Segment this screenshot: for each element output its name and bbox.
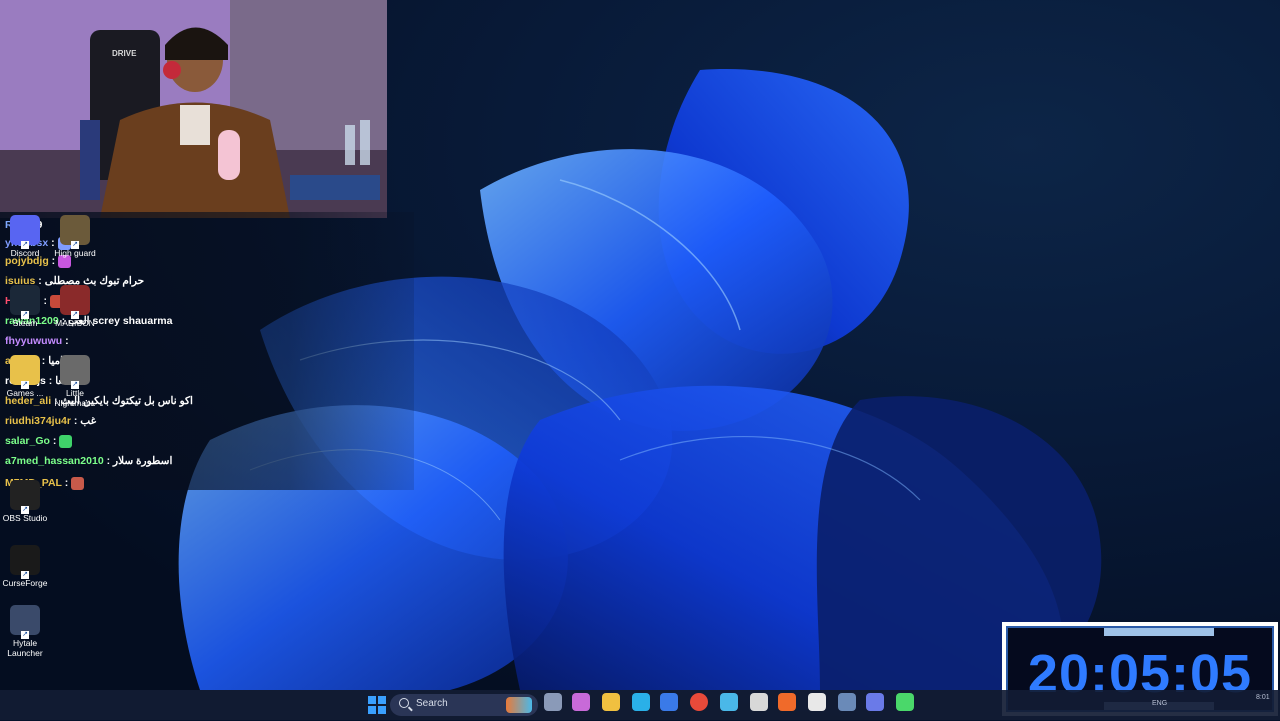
app-icon: ↗ (10, 215, 40, 249)
desktop-shortcut[interactable]: ↗ High guard (45, 215, 105, 258)
tray-time[interactable]: 8:01 (1256, 694, 1270, 701)
chair-logo: DRIVE (112, 49, 137, 58)
desktop-shortcut-label: High guard (54, 248, 96, 258)
shortcut-arrow-icon: ↗ (21, 631, 29, 639)
chat-separator: : (103, 455, 113, 467)
app-icon: ↗ (10, 285, 40, 319)
search-placeholder: Search (416, 698, 448, 709)
app-icon: ↗ (10, 605, 40, 639)
shortcut-arrow-icon: ↗ (71, 241, 79, 249)
obs-icon[interactable] (750, 693, 768, 711)
chat-message: riudhi374ju4r : غب (5, 412, 96, 430)
copilot-icon[interactable] (572, 693, 590, 711)
shortcut-arrow-icon: ↗ (21, 311, 29, 319)
app-icon: ↗ (60, 355, 90, 389)
desktop-shortcut[interactable]: ↗ CurseForge (0, 545, 55, 588)
capcut-icon[interactable] (808, 693, 826, 711)
chat-message: a7med_hassan2010 : اسطورة سلار (5, 452, 172, 470)
desktop-shortcut[interactable]: ↗ OBS Studio (0, 480, 55, 523)
app-icon: ↗ (10, 355, 40, 389)
shortcut-arrow-icon: ↗ (21, 506, 29, 514)
desktop-shortcut-label: OBS Studio (2, 513, 48, 523)
desktop-shortcut-label: Hytale Launcher (7, 638, 43, 658)
shortcut-arrow-icon: ↗ (21, 241, 29, 249)
app-icon: ↗ (60, 285, 90, 319)
chat-username[interactable]: salar_Go (5, 435, 50, 447)
chrome-icon[interactable] (690, 693, 708, 711)
chat-username[interactable]: a7med_hassan2010 (5, 455, 104, 467)
desktop-shortcut[interactable]: ↗ Little Nightmar... (45, 355, 105, 408)
edge-icon[interactable] (632, 693, 650, 711)
desktop-shortcut[interactable]: ↗ MADISON (45, 285, 105, 328)
chat-emote-icon (71, 476, 85, 490)
webcam-overlay: DRIVE (0, 0, 387, 218)
chat-message: fhyyuwuwu : (5, 332, 69, 350)
chat-username[interactable]: riudhi374ju4r (5, 415, 71, 427)
chat-separator: : (62, 335, 69, 347)
steam-icon[interactable] (720, 693, 738, 711)
shortcut-arrow-icon: ↗ (21, 381, 29, 389)
desktop-shortcut-label: Little Nightmar... (54, 388, 96, 408)
chat-message: salar_Go : (5, 432, 73, 450)
shortcut-arrow-icon: ↗ (21, 571, 29, 579)
desktop-shortcut-label: CurseForge (2, 578, 48, 588)
shortcut-arrow-icon: ↗ (71, 311, 79, 319)
streamer-webcam-image: DRIVE (0, 0, 387, 218)
shortcut-arrow-icon: ↗ (71, 381, 79, 389)
desktop-shortcut-label: MADISON (55, 318, 95, 328)
app-icon: ↗ (10, 480, 40, 514)
search-highlight-icon (506, 697, 532, 713)
speedtest-icon[interactable] (838, 693, 856, 711)
file-explorer-icon[interactable] (602, 693, 620, 711)
discord-icon[interactable] (866, 693, 884, 711)
brave-icon[interactable] (778, 693, 796, 711)
tray-language[interactable]: ENG (1152, 700, 1167, 707)
app-icon: ↗ (10, 545, 40, 579)
desktop-shortcut[interactable]: ↗ Hytale Launcher (0, 605, 55, 658)
chat-emote-icon (59, 434, 73, 448)
chat-text: غب (80, 415, 97, 427)
task-view-icon[interactable] (544, 693, 562, 711)
taskbar-search[interactable]: Search (390, 694, 538, 716)
search-icon-handle (408, 706, 413, 712)
app-icon: ↗ (60, 215, 90, 249)
chat-separator: : (49, 435, 60, 447)
chat-separator: : (61, 477, 72, 489)
store-icon[interactable] (660, 693, 678, 711)
chat-separator: : (70, 415, 81, 427)
chat-username[interactable]: fhyyuwuwu (5, 335, 62, 347)
minecraft-icon[interactable] (896, 693, 914, 711)
chat-text: اسطورة سلار (113, 455, 173, 467)
start-icon[interactable] (366, 694, 388, 716)
